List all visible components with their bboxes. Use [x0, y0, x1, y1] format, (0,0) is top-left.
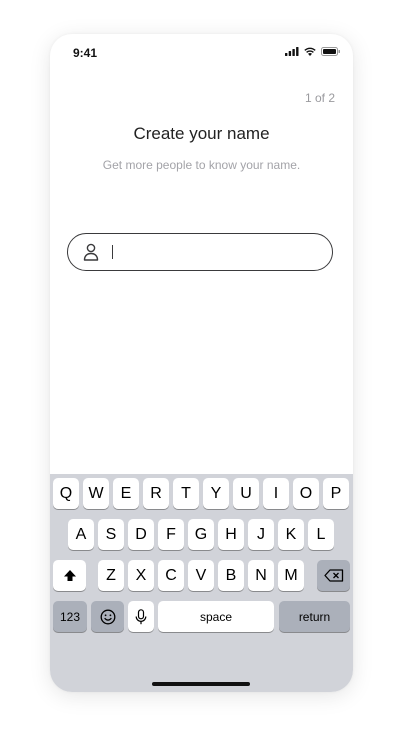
keyboard: Q W E R T Y U I O P A S D F G H J K L Z …	[50, 474, 353, 692]
key-u[interactable]: U	[233, 478, 259, 509]
key-v[interactable]: V	[188, 560, 214, 591]
key-b[interactable]: B	[218, 560, 244, 591]
key-t[interactable]: T	[173, 478, 199, 509]
name-input-field[interactable]	[67, 233, 333, 271]
key-j[interactable]: J	[248, 519, 274, 550]
key-h[interactable]: H	[218, 519, 244, 550]
cellular-signal-icon	[285, 47, 299, 56]
key-r[interactable]: R	[143, 478, 169, 509]
text-cursor	[112, 245, 113, 259]
numbers-key[interactable]: 123	[53, 601, 87, 632]
key-o[interactable]: O	[293, 478, 319, 509]
key-g[interactable]: G	[188, 519, 214, 550]
wifi-icon	[304, 47, 316, 56]
key-q[interactable]: Q	[53, 478, 79, 509]
key-p[interactable]: P	[323, 478, 349, 509]
emoji-key[interactable]	[91, 601, 124, 632]
delete-key[interactable]	[317, 560, 350, 591]
key-l[interactable]: L	[308, 519, 334, 550]
key-m[interactable]: M	[278, 560, 304, 591]
shift-key[interactable]	[53, 560, 86, 591]
battery-icon	[321, 47, 340, 56]
status-icons	[285, 47, 341, 56]
backspace-icon	[323, 569, 343, 582]
key-s[interactable]: S	[98, 519, 124, 550]
space-key[interactable]: space	[158, 601, 274, 632]
status-bar: 9:41	[50, 34, 353, 74]
key-f[interactable]: F	[158, 519, 184, 550]
key-a[interactable]: A	[68, 519, 94, 550]
key-k[interactable]: K	[278, 519, 304, 550]
key-z[interactable]: Z	[98, 560, 124, 591]
key-d[interactable]: D	[128, 519, 154, 550]
key-y[interactable]: Y	[203, 478, 229, 509]
key-n[interactable]: N	[248, 560, 274, 591]
step-indicator: 1 of 2	[304, 91, 335, 105]
key-x[interactable]: X	[128, 560, 154, 591]
emoji-icon	[100, 609, 115, 624]
page-subtitle: Get more people to know your name.	[102, 158, 301, 172]
status-time: 9:41	[73, 46, 98, 60]
home-indicator[interactable]	[152, 682, 250, 686]
key-w[interactable]: W	[83, 478, 109, 509]
person-icon	[83, 243, 99, 261]
shift-up-arrow-icon	[63, 570, 76, 581]
key-c[interactable]: C	[158, 560, 184, 591]
phone-screen: 9:41 1 of 2 Create your name Get more pe…	[50, 34, 353, 692]
return-key[interactable]: return	[279, 601, 350, 632]
microphone-icon	[135, 608, 147, 624]
microphone-key[interactable]	[128, 601, 154, 632]
page-title: Create your name	[133, 124, 270, 143]
key-i[interactable]: I	[263, 478, 289, 509]
key-e[interactable]: E	[113, 478, 139, 509]
